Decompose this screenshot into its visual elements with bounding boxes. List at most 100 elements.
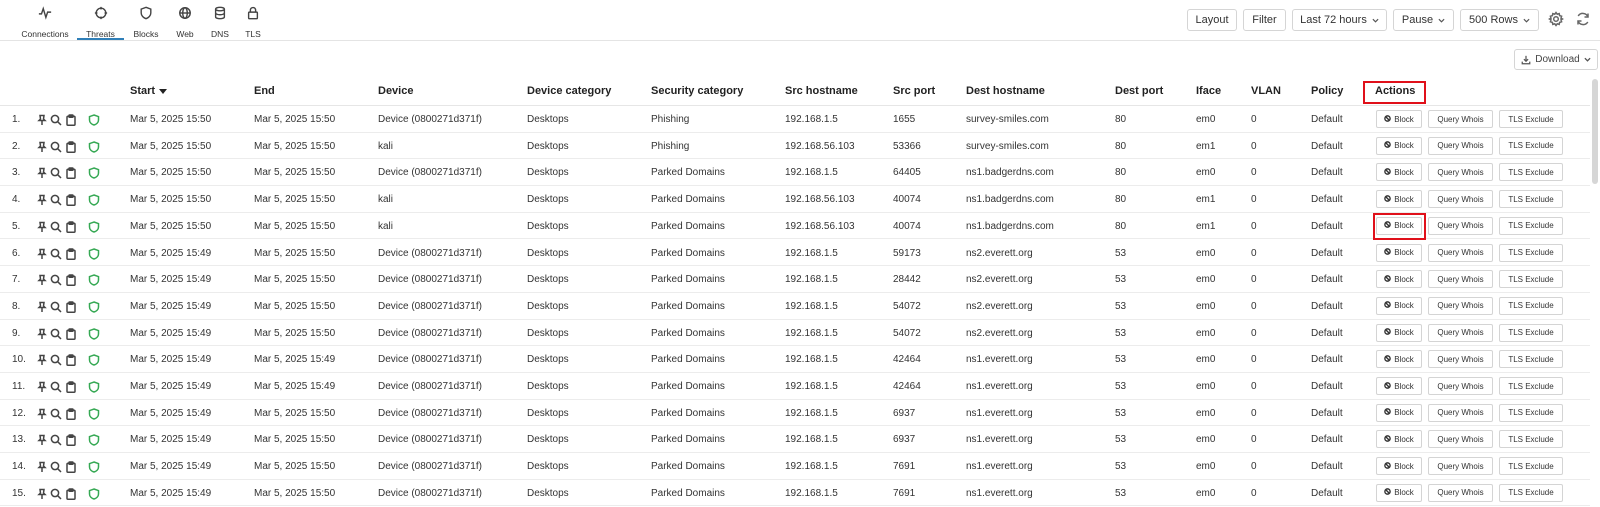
clipboard-icon[interactable] [65,193,77,207]
search-icon[interactable] [50,220,62,233]
search-icon[interactable] [50,460,62,473]
search-icon[interactable] [50,433,62,446]
tab-threats[interactable]: Threats [77,0,124,40]
clipboard-icon[interactable] [65,220,77,233]
pin-icon[interactable] [36,113,48,125]
clipboard-icon[interactable] [65,273,77,287]
gear-icon[interactable] [1547,11,1565,27]
query-whois-button[interactable]: Query Whois [1428,163,1493,182]
pin-icon[interactable] [36,487,48,499]
pin-icon[interactable] [36,327,48,339]
block-button[interactable]: Block [1376,163,1422,182]
scrollbar[interactable] [1592,79,1598,184]
column-header-device[interactable]: Device [378,85,413,97]
block-button[interactable]: Block [1376,323,1422,342]
table-row[interactable]: 1. Mar 5, 2025 15:50 Mar 5, 2025 15:50 Devi… [0,106,1590,133]
query-whois-button[interactable]: Query Whois [1428,483,1493,502]
tls-exclude-button[interactable]: TLS Exclude [1499,270,1563,289]
pause-dropdown[interactable]: Pause [1393,9,1454,31]
search-icon[interactable] [50,247,62,260]
pin-icon[interactable] [36,273,48,286]
clipboard-icon[interactable] [65,487,77,500]
column-header-iface[interactable]: Iface [1196,85,1221,97]
download-button[interactable]: Download [1514,49,1598,70]
shield-icon[interactable] [88,273,100,286]
block-button[interactable]: Block [1376,136,1422,155]
column-header-dest-hostname[interactable]: Dest hostname [966,85,1045,97]
pin-icon[interactable] [36,247,48,259]
shield-icon[interactable] [88,300,100,313]
query-whois-button[interactable]: Query Whois [1428,430,1493,449]
clipboard-icon[interactable] [65,433,77,447]
shield-icon[interactable] [88,353,100,367]
block-button[interactable]: Block [1376,190,1422,209]
column-header-src-port[interactable]: Src port [893,85,935,97]
block-button[interactable]: Block [1376,377,1422,395]
block-button[interactable]: Block [1376,457,1422,476]
query-whois-button[interactable]: Query Whois [1428,457,1493,476]
table-row[interactable]: 11. Mar 5, 2025 15:49 Mar 5, 2025 15:49 Dev… [0,373,1590,400]
block-button[interactable]: Block [1376,430,1422,449]
pin-icon[interactable] [36,407,48,419]
column-header-policy[interactable]: Policy [1311,85,1343,97]
clipboard-icon[interactable] [65,380,77,393]
column-header-device-category[interactable]: Device category [527,85,611,97]
query-whois-button[interactable]: Query Whois [1428,136,1493,155]
table-row[interactable]: 7. Mar 5, 2025 15:49 Mar 5, 2025 15:50 Devi… [0,266,1590,293]
table-row[interactable]: 10. Mar 5, 2025 15:49 Mar 5, 2025 15:49 Dev… [0,346,1590,373]
query-whois-button[interactable]: Query Whois [1428,296,1493,315]
pin-icon[interactable] [36,353,48,366]
table-row[interactable]: 4. Mar 5, 2025 15:50 Mar 5, 2025 15:50 kali… [0,186,1590,213]
search-icon[interactable] [50,273,62,286]
tab-connections[interactable]: Connections [18,0,72,40]
table-row[interactable]: 9. Mar 5, 2025 15:49 Mar 5, 2025 15:50 Devi… [0,320,1590,347]
search-icon[interactable] [50,407,62,420]
shield-icon[interactable] [88,487,100,500]
pin-icon[interactable] [36,300,48,312]
tab-blocks[interactable]: Blocks [129,0,163,40]
search-icon[interactable] [50,193,62,206]
search-icon[interactable] [50,380,62,393]
block-button[interactable]: Block [1376,350,1422,369]
search-icon[interactable] [50,300,62,313]
filter-button[interactable]: Filter [1243,9,1286,31]
search-icon[interactable] [50,140,62,153]
block-button[interactable]: Block [1376,110,1422,128]
tls-exclude-button[interactable]: TLS Exclude [1499,163,1563,182]
tab-dns[interactable]: DNS [206,0,234,40]
clipboard-icon[interactable] [65,327,77,340]
tls-exclude-button[interactable]: TLS Exclude [1499,323,1563,342]
table-row[interactable]: 13. Mar 5, 2025 15:49 Mar 5, 2025 15:50 Dev… [0,426,1590,454]
column-header-start[interactable]: Start [130,85,168,97]
tab-tls[interactable]: TLS [240,0,266,40]
column-header-security-category[interactable]: Security category [651,85,743,97]
block-button[interactable]: Block [1376,296,1422,315]
shield-icon[interactable] [88,460,100,473]
tls-exclude-button[interactable]: TLS Exclude [1499,216,1563,235]
block-button[interactable]: Block [1376,483,1422,502]
query-whois-button[interactable]: Query Whois [1428,190,1493,209]
tls-exclude-button[interactable]: TLS Exclude [1499,457,1563,476]
pin-icon[interactable] [36,193,48,206]
clipboard-icon[interactable] [65,407,77,420]
clipboard-icon[interactable] [65,300,77,313]
table-row[interactable]: 12. Mar 5, 2025 15:49 Mar 5, 2025 15:50 Dev… [0,400,1590,427]
search-icon[interactable] [50,166,62,179]
clipboard-icon[interactable] [65,166,77,180]
query-whois-button[interactable]: Query Whois [1428,270,1493,289]
time-range-dropdown[interactable]: Last 72 hours [1292,9,1387,31]
refresh-icon[interactable] [1575,11,1591,27]
query-whois-button[interactable]: Query Whois [1428,403,1493,422]
rows-dropdown[interactable]: 500 Rows [1460,9,1539,31]
search-icon[interactable] [50,353,62,366]
search-icon[interactable] [50,487,62,500]
shield-icon[interactable] [88,380,100,393]
shield-icon[interactable] [88,193,100,206]
tls-exclude-button[interactable]: TLS Exclude [1499,136,1563,155]
shield-icon[interactable] [88,140,100,153]
query-whois-button[interactable]: Query Whois [1428,243,1493,262]
column-header-end[interactable]: End [254,85,275,97]
clipboard-icon[interactable] [65,460,77,474]
tls-exclude-button[interactable]: TLS Exclude [1499,296,1563,315]
query-whois-button[interactable]: Query Whois [1428,216,1493,235]
